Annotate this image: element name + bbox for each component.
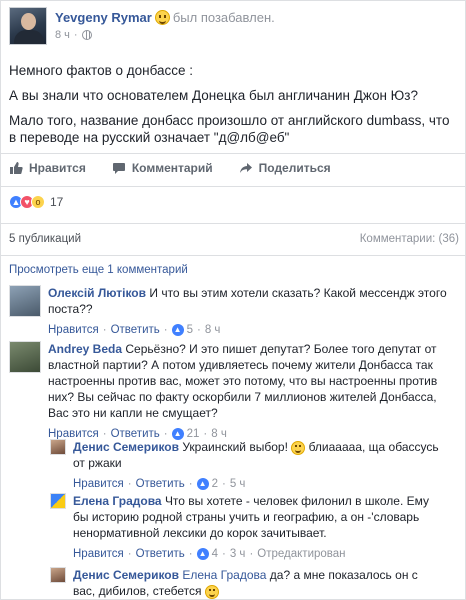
shares-row: 5 публикаций Комментарии: (36) (9, 233, 459, 245)
post-card: Yevgeny Rymar был позабавлен. 8 ч · Немн… (0, 0, 466, 600)
reply-body: Денис Семериков Украинский выбор! блиааа… (73, 439, 443, 492)
comment-actions: Нравится · Ответить · ▲ 5 · 8 ч (48, 322, 221, 338)
divider (1, 255, 465, 256)
post-paragraph: Немного фактов о донбассе : (9, 63, 194, 78)
post-status: был позабавлен. (172, 10, 275, 25)
reply-body: Денис Семериков Елена Градова да? а мне … (73, 567, 443, 599)
author-avatar[interactable] (9, 7, 47, 45)
comment: Andrey Beda Серьёзно? И это пишет депута… (9, 341, 457, 442)
grinning-emoji-icon (291, 440, 306, 455)
post-paragraph: А вы знали что основателем Донецка был а… (9, 88, 418, 103)
reply-like-count[interactable]: ▲ 2 (196, 476, 218, 492)
reply-body: Елена Градова Что вы хотете - человек фи… (73, 493, 443, 562)
smiling-emoji-icon (204, 584, 219, 599)
reply-author[interactable]: Денис Семериков (73, 440, 179, 454)
like-button[interactable]: Нравится (9, 161, 86, 175)
like-button-label: Нравится (29, 161, 86, 175)
thumbs-up-icon (10, 162, 23, 174)
post-body: Немного фактов о донбассе : А вы знали ч… (9, 62, 459, 154)
reply-like-link[interactable]: Нравится (73, 476, 124, 492)
post-meta: Yevgeny Rymar был позабавлен. 8 ч · (55, 7, 275, 53)
reply-like-count[interactable]: ▲ 4 (196, 546, 218, 562)
reaction-count: 17 (50, 195, 64, 209)
post-action-bar: Нравится Комментарий Поделиться (9, 161, 331, 175)
reply-like-link[interactable]: Нравится (73, 546, 124, 562)
reply-author[interactable]: Елена Градова (73, 494, 162, 508)
like-reaction-icon: ▲ (196, 478, 209, 490)
post-header: Yevgeny Rymar был позабавлен. 8 ч · (9, 7, 275, 53)
comment: Олексій Лютіков И что вы этим хотели ска… (9, 285, 457, 338)
edited-label[interactable]: Отредактирован (257, 546, 345, 562)
divider (1, 153, 465, 154)
view-more-comments-link[interactable]: Просмотреть еще 1 комментарий (9, 264, 188, 276)
replier-avatar[interactable] (50, 439, 66, 455)
post-author-name[interactable]: Yevgeny Rymar (55, 10, 152, 25)
post-title-line: Yevgeny Rymar был позабавлен. (55, 10, 275, 25)
comment-reply-link[interactable]: Ответить (111, 322, 160, 338)
comment-like-link[interactable]: Нравится (48, 322, 99, 338)
reply-text: Украинский выбор! (182, 440, 288, 454)
share-arrow-icon (239, 163, 252, 173)
comments-count[interactable]: Комментарии: (36) (360, 233, 459, 245)
comment-button[interactable]: Комментарий (112, 161, 213, 175)
globe-icon (81, 30, 92, 40)
commenter-avatar[interactable] (9, 341, 41, 373)
like-reaction-icon: ▲ (196, 548, 209, 560)
replier-avatar[interactable] (50, 567, 66, 583)
comment-like-count[interactable]: ▲ 5 (171, 322, 193, 338)
divider (1, 223, 465, 224)
comment-author[interactable]: Andrey Beda (48, 342, 122, 356)
reply-reply-link[interactable]: Ответить (136, 476, 185, 492)
post-timestamp[interactable]: 8 ч (55, 29, 70, 41)
post-paragraph: Мало того, название донбасс произошло от… (9, 113, 450, 145)
comment-bubble-icon (112, 163, 125, 174)
share-button-label: Поделиться (258, 161, 331, 175)
reply: Елена Градова Что вы хотете - человек фи… (50, 493, 458, 562)
comment-body: Andrey Beda Серьёзно? И это пишет депута… (48, 341, 456, 442)
post-time-line: 8 ч · (55, 29, 275, 41)
comment-author[interactable]: Олексій Лютіков (48, 286, 146, 300)
share-button[interactable]: Поделиться (239, 161, 331, 175)
reply-timestamp[interactable]: 3 ч (230, 546, 246, 562)
wow-reaction-icon: o (31, 195, 45, 209)
reply-timestamp[interactable]: 5 ч (230, 476, 246, 492)
comment-button-label: Комментарий (131, 161, 213, 175)
shares-link[interactable]: 5 публикаций (9, 233, 81, 245)
divider (1, 186, 465, 187)
reply-author[interactable]: Денис Семериков (73, 568, 179, 582)
reply-actions: Нравится · Ответить · ▲ 4 · 3 ч · Отреда… (73, 546, 346, 562)
amused-emoji-icon (154, 10, 170, 25)
reply-mention[interactable]: Елена Градова (182, 568, 266, 582)
reply: Денис Семериков Елена Градова да? а мне … (50, 567, 458, 599)
replier-avatar[interactable] (50, 493, 66, 509)
reply: Денис Семериков Украинский выбор! блиааа… (50, 439, 458, 492)
reactions-summary[interactable]: ▲ ♥ o 17 (9, 195, 63, 209)
commenter-avatar[interactable] (9, 285, 41, 317)
reply-reply-link[interactable]: Ответить (136, 546, 185, 562)
like-reaction-icon: ▲ (171, 324, 184, 336)
comment-timestamp[interactable]: 8 ч (205, 322, 221, 338)
comment-body: Олексій Лютіков И что вы этим хотели ска… (48, 285, 457, 338)
reply-actions: Нравится · Ответить · ▲ 2 · 5 ч (73, 476, 246, 492)
